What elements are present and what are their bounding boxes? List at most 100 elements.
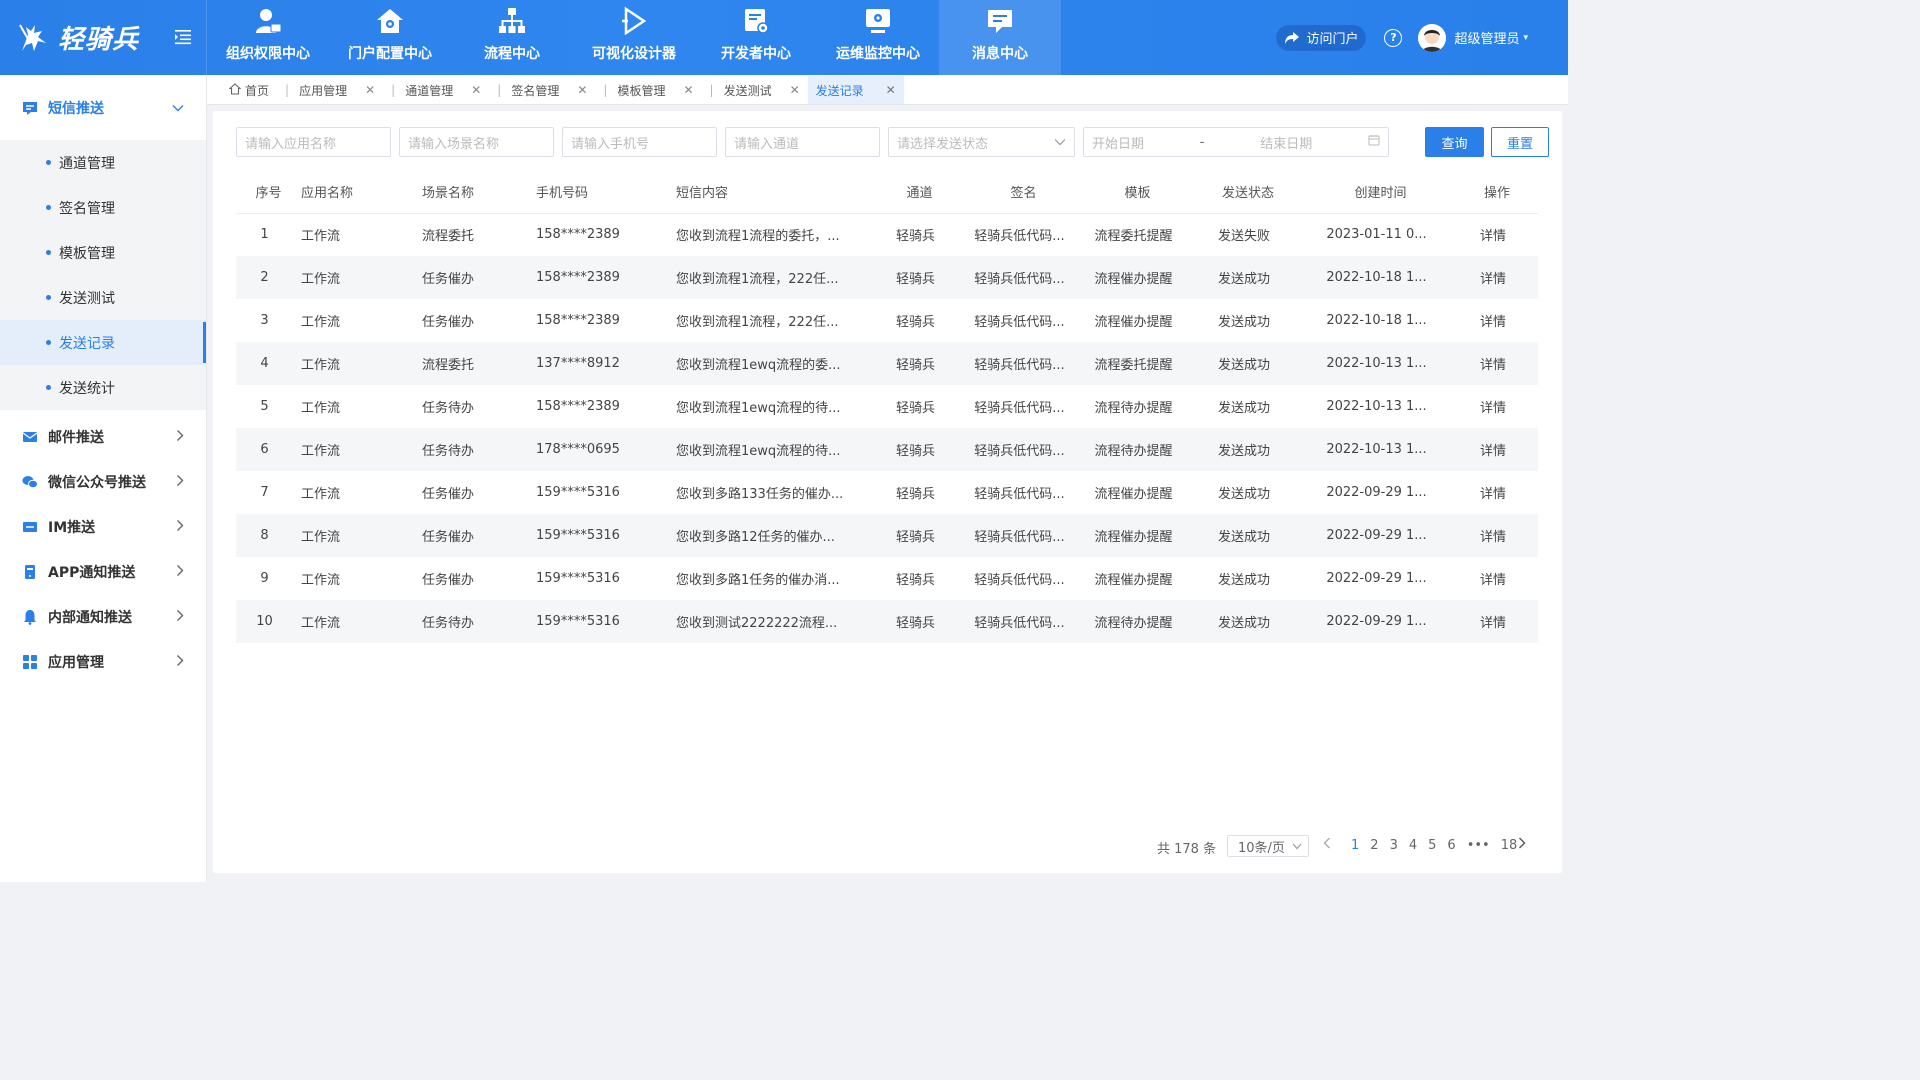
detail-link[interactable]: 详情 [1456,256,1538,299]
detail-link[interactable]: 详情 [1456,342,1538,385]
tab-signature-mgmt[interactable]: | 签名管理 ✕ [489,76,595,104]
phone-input[interactable]: 请输入手机号 [562,127,717,157]
username[interactable]: 超级管理员 [1454,28,1519,47]
close-icon[interactable]: ✕ [577,83,587,97]
close-icon[interactable]: ✕ [790,83,800,97]
query-button[interactable]: 查询 [1425,127,1484,157]
page-size-select[interactable]: 10条/页 [1227,835,1309,857]
mail-icon [22,429,38,445]
total-count: 共 178 条 [1157,842,1217,857]
cell-send-status: 发送成功 [1217,401,1270,416]
page-number[interactable]: 18 [1501,838,1518,853]
sidebar-other-menus: 邮件推送 微信公众号推送 IM推送 APP通知推送 内部通知推送 应用管理 [0,410,206,684]
page-number[interactable]: 3 [1390,838,1398,853]
sidebar-item-sms[interactable]: 短信推送 [0,75,206,140]
nav-message-center[interactable]: 消息中心 [939,0,1061,75]
collapse-menu-icon[interactable] [174,28,192,46]
reset-button[interactable]: 重置 [1491,127,1549,157]
nav-ops-monitor[interactable]: 运维监控中心 [817,0,939,75]
cell-sms-content: 您收到多路12任务的催办... [676,514,876,557]
nav-developer-center[interactable]: 开发者中心 [695,0,817,75]
cell-template: 流程待办提醒 [1084,600,1191,643]
tab-home[interactable]: 首页 [221,76,277,104]
sidebar-item-internal-notice[interactable]: 内部通知推送 [0,594,206,639]
close-icon[interactable]: ✕ [365,83,375,97]
page-number[interactable]: 1 [1351,838,1359,853]
cell-sms-content: 您收到流程1ewq流程的待... [676,428,876,471]
page-number[interactable]: 2 [1370,838,1378,853]
cell-signature: 轻骑兵低代码... [963,256,1084,299]
app-name-input[interactable]: 请输入应用名称 [236,127,391,157]
close-icon[interactable]: ✕ [471,83,481,97]
sidebar-item-app-push[interactable]: APP通知推送 [0,549,206,594]
close-icon[interactable]: ✕ [683,83,693,97]
nav-process-center[interactable]: 流程中心 [451,0,573,75]
sidebar-item-template-mgmt[interactable]: 模板管理 [0,230,206,275]
nav-visual-designer[interactable]: 可视化设计器 [573,0,695,75]
cell-signature: 轻骑兵低代码... [963,600,1084,643]
sidebar-item-im[interactable]: IM推送 [0,504,206,549]
cell-index: 1 [260,227,269,243]
detail-link[interactable]: 详情 [1456,514,1538,557]
tab-separator: | [285,83,290,97]
detail-link[interactable]: 详情 [1456,557,1538,600]
detail-link[interactable]: 详情 [1456,428,1538,471]
app-name-placeholder: 请输入应用名称 [245,136,337,152]
cell-phone: 159****5316 [536,485,620,500]
page-number[interactable]: 4 [1409,838,1417,853]
next-page-icon[interactable] [1518,837,1526,853]
detail-link[interactable]: 详情 [1456,600,1538,643]
bell-icon [22,609,38,625]
table-row: 8 工作流 任务催办 159****5316 您收到多路12任务的催办... 轻骑兵 轻骑兵… [236,514,1538,557]
caret-down-icon[interactable]: ▾ [1523,33,1528,43]
send-status-select[interactable]: 请选择发送状态 [888,127,1075,157]
prev-page-icon[interactable] [1323,837,1331,853]
visit-portal-button[interactable]: 访问门户 [1276,24,1367,51]
table-body: 1 工作流 流程委托 158****2389 您收到流程1流程的委托，... 轻骑兵 轻骑兵… [236,213,1538,643]
cell-sms-content: 您收到流程1ewq流程的委... [676,342,876,385]
detail-link[interactable]: 详情 [1456,471,1538,514]
tab-bar: 首页 | 应用管理 ✕ | 通道管理 ✕ | 签名管理 ✕ | 模板管理 ✕ | 发送测试 ✕ 发送… [207,75,1568,105]
cell-scene-name: 任务催办 [422,256,536,299]
col-header: 应用名称 [301,171,422,214]
page-number[interactable]: 6 [1447,838,1455,853]
nav-org-permission[interactable]: 组织权限中心 [207,0,329,75]
sidebar-item-wechat[interactable]: 微信公众号推送 [0,459,206,504]
sidebar-item-channel-mgmt[interactable]: 通道管理 [0,140,206,185]
message-icon [986,7,1014,35]
sidebar-item-email[interactable]: 邮件推送 [0,414,206,459]
tab-send-record[interactable]: 发送记录 ✕ [807,76,904,104]
channel-input[interactable]: 请输入通道 [725,127,880,157]
help-icon[interactable]: ? [1384,28,1403,47]
close-icon[interactable]: ✕ [886,83,896,97]
page-ellipsis[interactable]: ••• [1467,838,1490,853]
page-number[interactable]: 5 [1428,838,1436,853]
detail-link[interactable]: 详情 [1456,213,1538,256]
tab-app-mgmt[interactable]: | 应用管理 ✕ [277,76,383,104]
scene-name-input[interactable]: 请输入场景名称 [399,127,554,157]
monitor-gear-icon [864,7,892,35]
menu-group-sms: 短信推送 通道管理 签名管理 模板管理 发送测试 发送记录 发送统计 [0,75,206,410]
sidebar-item-send-record[interactable]: 发送记录 [0,320,206,365]
nav-portal-config[interactable]: 门户配置中心 [329,0,451,75]
sidebar-item-send-stats[interactable]: 发送统计 [0,365,206,410]
cell-channel: 轻骑兵 [895,315,935,330]
sidebar-item-label: 内部通知推送 [48,609,132,626]
sidebar-item-app-mgmt[interactable]: 应用管理 [0,639,206,684]
sidebar-item-send-test[interactable]: 发送测试 [0,275,206,320]
cell-signature: 轻骑兵低代码... [963,342,1084,385]
date-range-picker[interactable]: 开始日期 - 结束日期 [1083,127,1389,157]
cell-phone: 178****0695 [536,428,676,471]
cell-channel: 轻骑兵 [895,573,935,588]
tab-separator: | [391,83,396,97]
detail-link[interactable]: 详情 [1456,385,1538,428]
cell-scene-name: 任务催办 [422,315,475,330]
chevron-up-icon [172,101,184,115]
tab-template-mgmt[interactable]: | 模板管理 ✕ [595,76,701,104]
detail-link[interactable]: 详情 [1456,299,1538,342]
sidebar-item-signature-mgmt[interactable]: 签名管理 [0,185,206,230]
tab-channel-mgmt[interactable]: | 通道管理 ✕ [383,76,489,104]
tab-send-test[interactable]: | 发送测试 ✕ [702,76,808,104]
avatar[interactable] [1418,23,1447,52]
nav-label: 可视化设计器 [592,46,676,62]
